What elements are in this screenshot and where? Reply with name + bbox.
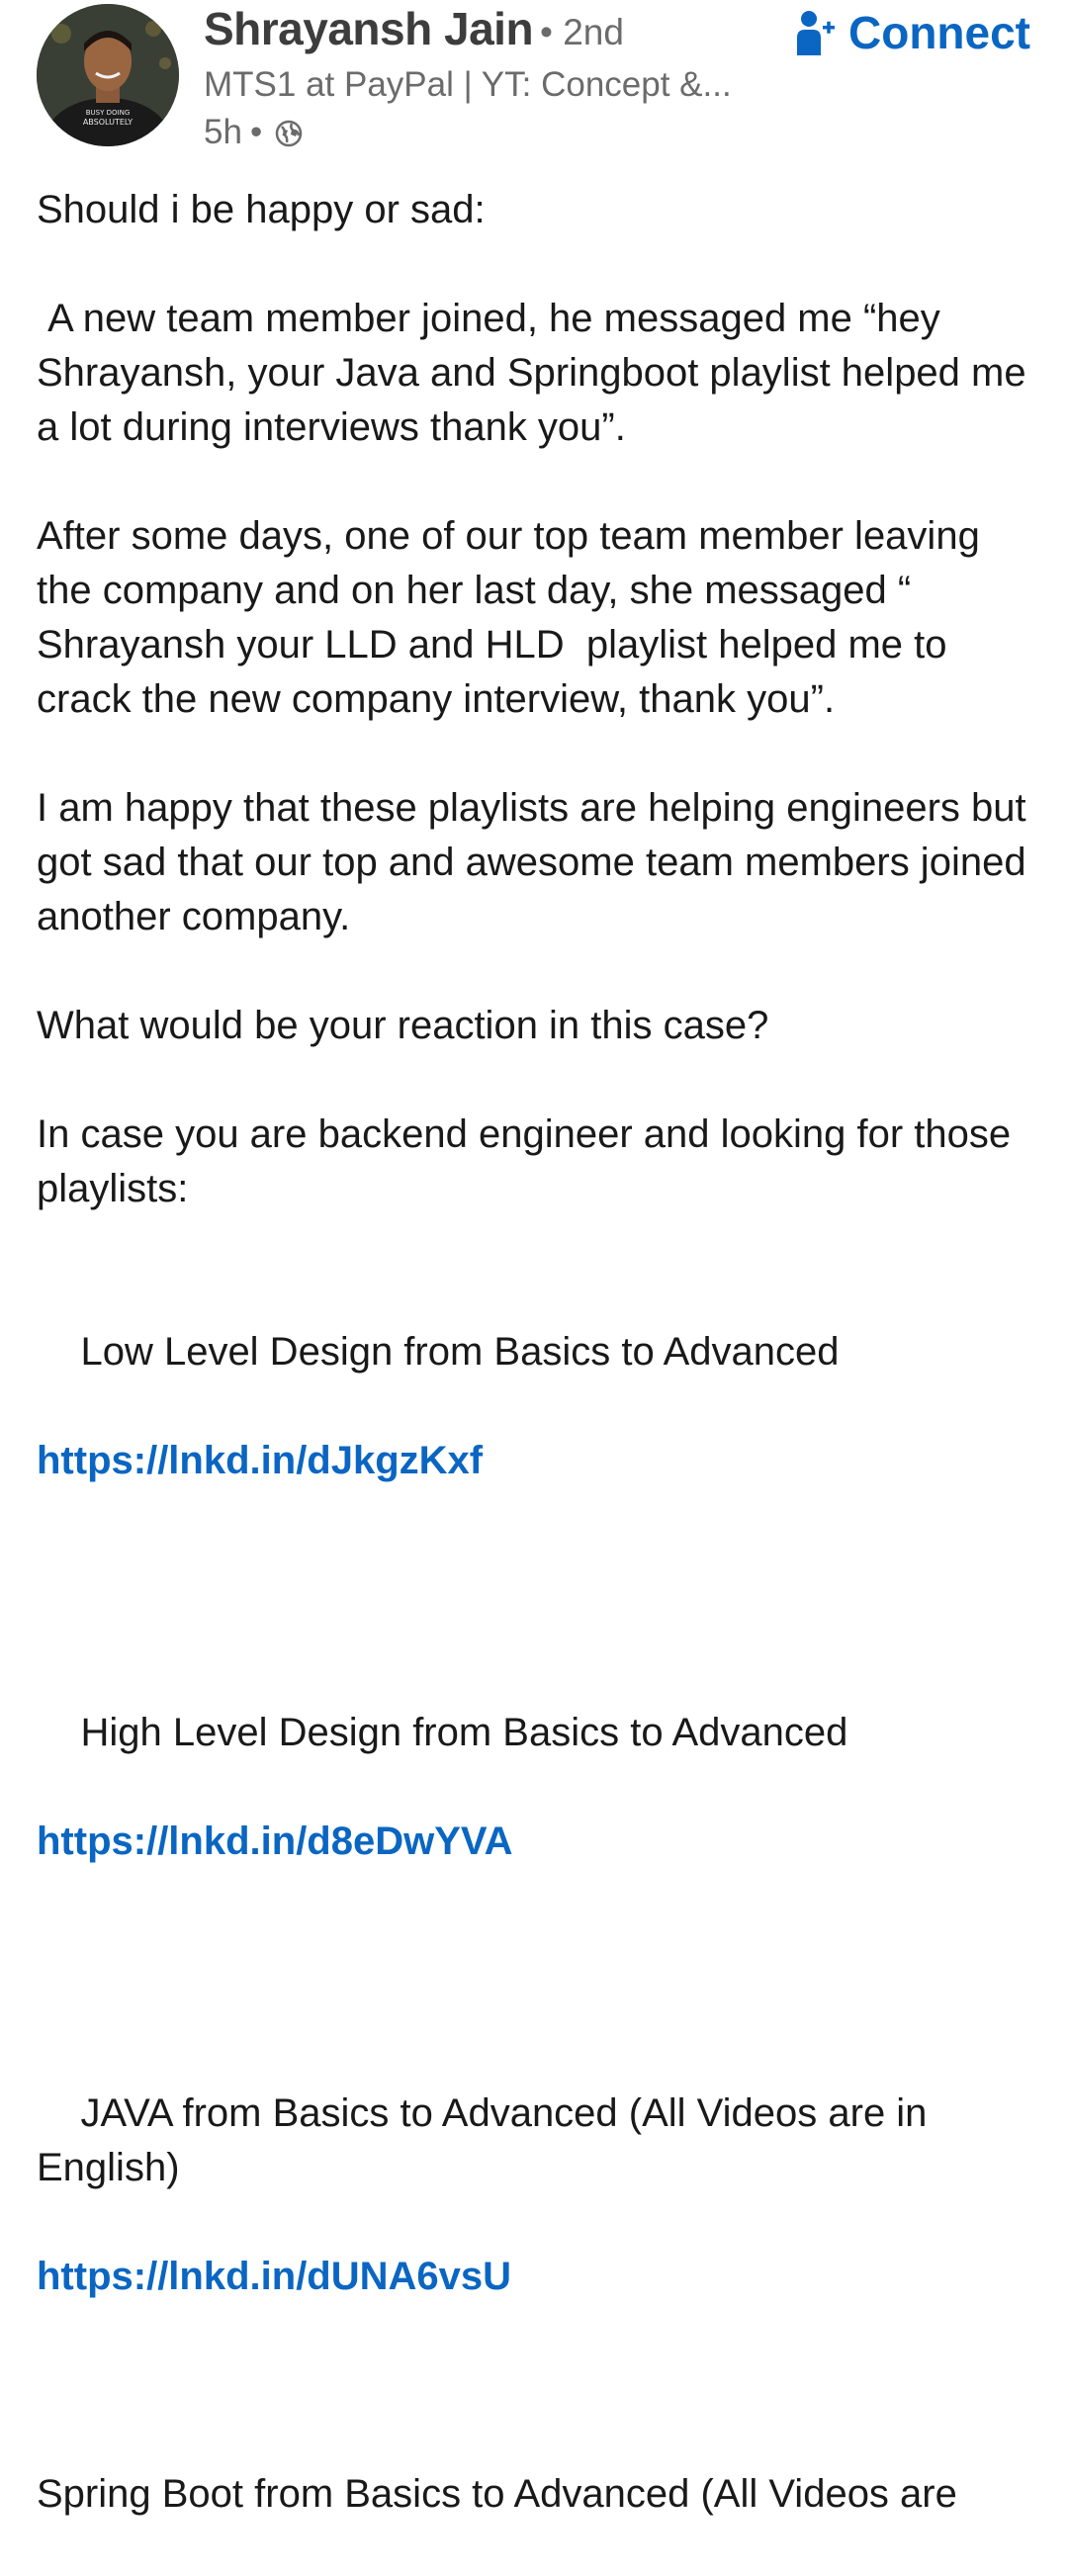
avatar-photo: BUSY DOING ABSOLUTELY	[37, 4, 179, 146]
post-body: Should i be happy or sad: A new team mem…	[37, 183, 1045, 2576]
post-meta: 5h •	[204, 113, 304, 152]
author-avatar[interactable]: BUSY DOING ABSOLUTELY	[37, 4, 179, 146]
playlist-item: Low Level Design from Basics to Advanced…	[37, 1271, 1045, 1597]
post-intro: Should i be happy or sad:	[37, 188, 486, 231]
playlist-link[interactable]: https://lnkd.in/dJkgzKxf	[37, 1434, 1045, 1488]
playlist-title: JAVA from Basics to Advanced (All Videos…	[37, 2091, 938, 2189]
playlist-title: Low Level Design from Basics to Advanced	[80, 1330, 840, 1374]
playlist-link[interactable]: https://lnkd.in/dUNA6vsU	[37, 2250, 1045, 2304]
post-header: BUSY DOING ABSOLUTELY Shrayansh Jain • 2…	[0, 0, 1068, 158]
playlist-item: High Level Design from Basics to Advance…	[37, 1651, 1045, 1978]
playlist-item: JAVA from Basics to Advanced (All Videos…	[37, 2032, 1045, 2413]
connect-label: Connect	[848, 7, 1030, 58]
post-time: 5h	[204, 113, 242, 151]
playlist-title: High Level Design from Basics to Advance…	[80, 1711, 848, 1754]
avatar-shirt-text-1: BUSY DOING	[86, 109, 131, 117]
playlist-link[interactable]: https://lnkd.in/d8eDwYVA	[37, 1815, 1045, 1869]
post-paragraph-4: What would be your reaction in this case…	[37, 1004, 769, 1047]
connect-button[interactable]: Connect	[795, 6, 1030, 59]
author-headline: MTS1 at PayPal | YT: Concept &...	[204, 65, 732, 104]
post-paragraph-2: After some days, one of our top team mem…	[37, 514, 991, 721]
add-person-icon	[795, 10, 837, 55]
author-name[interactable]: Shrayansh Jain	[204, 2, 534, 55]
post-paragraph-1: A new team member joined, he messaged me…	[37, 297, 1037, 449]
globe-icon	[274, 118, 304, 147]
connection-degree: • 2nd	[540, 12, 624, 52]
meta-separator: •	[249, 113, 263, 151]
post-paragraph-3: I am happy that these playlists are help…	[37, 786, 1037, 938]
post-paragraph-last: Spring Boot from Basics to Advanced (All…	[37, 2472, 957, 2516]
avatar-shirt-text-2: ABSOLUTELY	[83, 118, 133, 127]
post-paragraph-5: In case you are backend engineer and loo…	[37, 1112, 1023, 1210]
